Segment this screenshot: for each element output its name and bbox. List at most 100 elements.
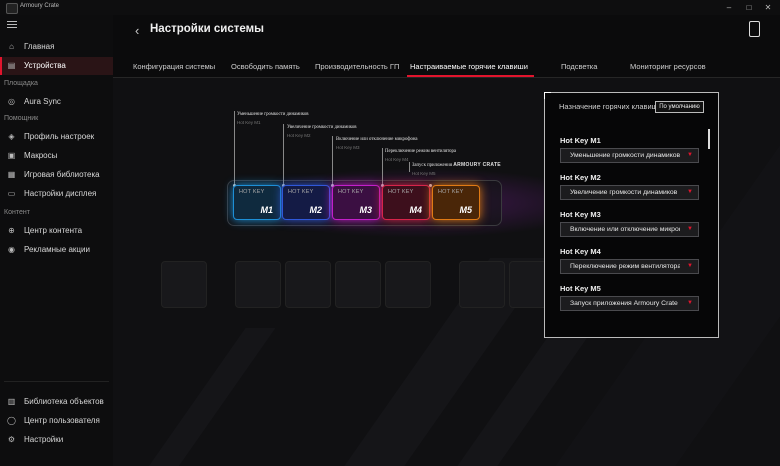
display-icon: ▭ bbox=[7, 189, 16, 198]
sidebar-item-label: Центр пользователя bbox=[24, 416, 100, 425]
keyboard-key bbox=[459, 261, 505, 308]
select-value: Переключение режим вентилятора bbox=[570, 263, 680, 270]
sidebar-item-label: Библиотека объектов bbox=[24, 397, 104, 406]
keyboard-key bbox=[161, 261, 207, 308]
tab-free-memory[interactable]: Освободить память bbox=[231, 62, 300, 71]
callout-m1: Уменьшение громкости динамиков Hot Key M… bbox=[237, 112, 309, 125]
hotkey-caption: HOT KEY bbox=[288, 189, 314, 195]
app-title: Armoury Crate bbox=[20, 3, 60, 9]
default-button[interactable]: По умолчанию bbox=[655, 101, 704, 113]
hotkey-m5-select[interactable]: Запуск приложения Armoury Crate ▼ bbox=[560, 296, 699, 311]
chevron-down-icon: ▼ bbox=[687, 152, 693, 158]
hotkey-caption: HOT KEY bbox=[239, 189, 265, 195]
hotkey-m2-select[interactable]: Увеличение громкости динамиков ▼ bbox=[560, 185, 699, 200]
callout-text: Увеличение громкости динамиков bbox=[287, 125, 357, 130]
section-label-assistant: Помощник bbox=[4, 115, 39, 122]
callout-m5: Запуск приложения ARMOURY CRATE Hot Key … bbox=[412, 162, 501, 176]
device-icon[interactable] bbox=[749, 21, 760, 37]
armoury-crate-logo: ARMOURY CRATE bbox=[453, 162, 501, 168]
sidebar-item-game-library[interactable]: ▦ Игровая библиотека bbox=[0, 166, 113, 184]
hotkey-label: M2 bbox=[309, 205, 322, 215]
page-title: Настройки системы bbox=[150, 23, 264, 35]
gear-icon: ⚙ bbox=[7, 435, 16, 444]
sidebar-item-settings[interactable]: ⚙ Настройки bbox=[0, 431, 113, 449]
sidebar-item-user-center[interactable]: ◯ Центр пользователя bbox=[0, 412, 113, 430]
callout-leader bbox=[382, 148, 383, 185]
sidebar-item-display-settings[interactable]: ▭ Настройки дисплея bbox=[0, 185, 113, 203]
chevron-down-icon: ▼ bbox=[687, 189, 693, 195]
hotkey-m2[interactable]: HOT KEY M2 bbox=[282, 185, 330, 220]
keyboard-key bbox=[385, 261, 431, 308]
aura-icon: ◎ bbox=[8, 97, 15, 106]
hotkey-m4-select[interactable]: Переключение режим вентилятора ▼ bbox=[560, 259, 699, 274]
tab-lighting[interactable]: Подсветка bbox=[561, 62, 597, 71]
sidebar-item-label: Игровая библиотека bbox=[24, 170, 100, 179]
hotkey-m3-label: Hot Key M3 bbox=[560, 210, 601, 219]
hotkey-assignment-panel: Назначение горячих клавиш По умолчанию H… bbox=[544, 92, 719, 338]
callout-text: Уменьшение громкости динамиков bbox=[237, 112, 309, 117]
callout-leader bbox=[409, 162, 410, 172]
hotkey-m1-select[interactable]: Уменьшение громкости динамиков ▼ bbox=[560, 148, 699, 163]
sidebar-item-macros[interactable]: ▣ Макросы bbox=[0, 147, 113, 165]
app-logo-icon bbox=[6, 3, 18, 14]
hotkey-caption: HOT KEY bbox=[438, 189, 464, 195]
sidebar-item-label: Рекламные акции bbox=[24, 245, 90, 254]
keyboard-key bbox=[335, 261, 381, 308]
select-value: Увеличение громкости динамиков bbox=[570, 189, 678, 196]
active-tab-indicator bbox=[407, 75, 534, 77]
sidebar-item-home[interactable]: ⌂ Главная bbox=[0, 38, 113, 56]
sidebar-item-profile[interactable]: ◈ Профиль настроек bbox=[0, 128, 113, 146]
panel-scrollbar[interactable] bbox=[708, 129, 710, 149]
user-icon: ◯ bbox=[7, 416, 16, 425]
hotkey-m5[interactable]: HOT KEY M5 bbox=[432, 185, 480, 220]
maximize-button[interactable]: □ bbox=[742, 2, 756, 13]
sidebar-item-aura-sync[interactable]: ◎ Aura Sync bbox=[0, 93, 113, 111]
panel-corner bbox=[544, 92, 551, 99]
hotkey-m3-select[interactable]: Включение или отключение микрофона ▼ bbox=[560, 222, 699, 237]
sidebar-item-label: Главная bbox=[24, 42, 55, 51]
callout-text: Включение или отключение микрофона bbox=[336, 137, 418, 142]
hotkey-caption: HOT KEY bbox=[388, 189, 414, 195]
sidebar-item-label: Профиль настроек bbox=[24, 132, 95, 141]
promo-icon: ◉ bbox=[8, 245, 15, 254]
callout-leader bbox=[332, 136, 333, 185]
sidebar-item-label: Устройства bbox=[24, 61, 66, 70]
tab-gpu-performance[interactable]: Производительность ГП bbox=[315, 62, 399, 71]
keyboard-key bbox=[285, 261, 331, 308]
sidebar-item-content-center[interactable]: ⊕ Центр контента bbox=[0, 222, 113, 240]
hotkey-m1[interactable]: HOT KEY M1 bbox=[233, 185, 281, 220]
bg-stripe bbox=[140, 328, 276, 466]
sidebar-item-devices[interactable]: ▤ Устройства bbox=[0, 57, 113, 75]
tab-system-config[interactable]: Конфигурация системы bbox=[133, 62, 215, 71]
sidebar: ⌂ Главная ▤ Устройства Площадка ◎ Aura S… bbox=[0, 15, 113, 466]
back-button[interactable]: ‹ bbox=[135, 23, 139, 38]
sidebar-item-label: Центр контента bbox=[24, 226, 83, 235]
hotkey-m4-label: Hot Key M4 bbox=[560, 247, 601, 256]
close-button[interactable]: ✕ bbox=[761, 2, 775, 13]
sidebar-item-label: Настройки bbox=[24, 435, 64, 444]
hotkey-m5-label: Hot Key M5 bbox=[560, 284, 601, 293]
sidebar-divider bbox=[4, 381, 109, 382]
hotkey-m4[interactable]: HOT KEY M4 bbox=[382, 185, 430, 220]
hamburger-menu-icon[interactable] bbox=[7, 21, 17, 30]
minimize-button[interactable]: – bbox=[722, 2, 736, 13]
content-icon: ⊕ bbox=[8, 226, 15, 235]
hotkey-label: M3 bbox=[359, 205, 372, 215]
callout-leader bbox=[234, 111, 235, 185]
tab-custom-hotkeys[interactable]: Настраиваемые горячие клавиши bbox=[410, 62, 528, 71]
sidebar-item-promotions[interactable]: ◉ Рекламные акции bbox=[0, 241, 113, 259]
library-icon: ▦ bbox=[7, 170, 16, 179]
object-library-icon: ▥ bbox=[7, 397, 16, 406]
home-icon: ⌂ bbox=[9, 42, 14, 51]
hotkey-content-area: Уменьшение громкости динамиков Hot Key M… bbox=[113, 78, 780, 466]
sidebar-item-object-library[interactable]: ▥ Библиотека объектов bbox=[0, 393, 113, 411]
tab-bar: Конфигурация системы Освободить память П… bbox=[113, 55, 780, 78]
tab-resource-monitor[interactable]: Мониторинг ресурсов bbox=[630, 62, 706, 71]
sidebar-item-label: Настройки дисплея bbox=[24, 189, 97, 198]
hotkey-m1-label: Hot Key M1 bbox=[560, 136, 601, 145]
hotkey-m3[interactable]: HOT KEY M3 bbox=[332, 185, 380, 220]
callout-text: Переключение режим вентилятора bbox=[385, 149, 457, 154]
macro-icon: ▣ bbox=[7, 151, 16, 160]
select-value: Уменьшение громкости динамиков bbox=[570, 152, 680, 159]
callout-leader bbox=[283, 124, 284, 185]
